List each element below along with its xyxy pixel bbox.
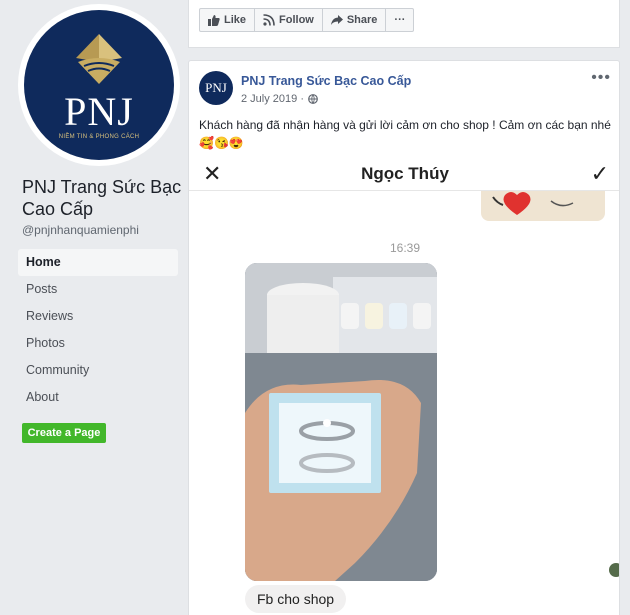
check-icon: ✓ <box>590 161 609 186</box>
page-nav: Home Posts Reviews Photos Community Abou… <box>18 249 178 411</box>
post-text: Khách hàng đã nhận hàng và gửi lời cảm ơ… <box>199 118 611 150</box>
more-actions-button[interactable]: ··· <box>386 9 413 31</box>
profile-picture[interactable]: PNJ NIỀM TIN & PHONG CÁCH <box>18 4 180 166</box>
left-column: PNJ NIỀM TIN & PHONG CÁCH PNJ Trang Sức … <box>0 0 188 615</box>
rss-icon <box>263 14 275 26</box>
nav-item-community[interactable]: Community <box>18 357 178 384</box>
nav-item-reviews[interactable]: Reviews <box>18 303 178 330</box>
thumbs-up-icon <box>208 15 220 26</box>
like-label: Like <box>224 14 247 26</box>
logo-text: PNJ <box>64 89 134 134</box>
nav-item-about[interactable]: About <box>18 384 178 411</box>
sticker-image <box>481 191 605 221</box>
more-dots-icon: ··· <box>394 14 406 26</box>
post-author-link[interactable]: PNJ Trang Sức Bạc Cao Cấp <box>241 74 411 88</box>
ring-box-photo-icon <box>245 263 437 581</box>
page-action-buttons: Like Follow Share ··· <box>199 8 415 32</box>
post-meta: 2 July 2019 · <box>241 93 318 105</box>
post-options-button[interactable]: ••• <box>591 69 611 87</box>
follow-button[interactable]: Follow <box>255 9 323 31</box>
chat-message-bubble: Fb cho shop <box>245 585 347 613</box>
page-handle[interactable]: @pnjnhanquamienphi <box>22 223 139 237</box>
post-date[interactable]: 2 July 2019 · <box>241 93 304 105</box>
nav-item-photos[interactable]: Photos <box>18 330 178 357</box>
follow-label: Follow <box>279 14 314 26</box>
page-actions-card: Like Follow Share ··· <box>188 0 620 48</box>
heart-sticker-icon <box>492 192 574 215</box>
share-arrow-icon <box>330 15 343 25</box>
page-title[interactable]: PNJ Trang Sức Bạc Cao Cấp <box>22 176 182 220</box>
chat-contact-name: Ngọc Thúy <box>361 164 449 183</box>
share-label: Share <box>346 14 378 26</box>
like-button[interactable]: Like <box>200 9 256 31</box>
post-card: PNJ PNJ Trang Sức Bạc Cao Cấp 2 July 201… <box>188 60 620 615</box>
chat-timestamp: 16:39 <box>389 241 421 255</box>
post-photo[interactable]: ✕ Ngọc Thúy ✓ 16:39 Fb cho shop <box>189 157 619 615</box>
nav-item-home[interactable]: Home <box>18 249 178 276</box>
pnj-logo: PNJ NIỀM TIN & PHONG CÁCH <box>24 10 174 160</box>
globe-icon <box>308 94 318 104</box>
ring-photo <box>245 263 437 581</box>
logo-tagline: NIỀM TIN & PHONG CÁCH <box>58 134 140 140</box>
post-author-avatar[interactable]: PNJ <box>199 71 233 105</box>
diamond-logo-icon <box>76 34 122 84</box>
share-button[interactable]: Share <box>323 9 387 31</box>
create-page-button[interactable]: Create a Page <box>22 423 106 443</box>
chat-header: ✕ Ngọc Thúy ✓ <box>189 157 619 191</box>
seen-avatar <box>609 563 619 577</box>
nav-item-posts[interactable]: Posts <box>18 276 178 303</box>
